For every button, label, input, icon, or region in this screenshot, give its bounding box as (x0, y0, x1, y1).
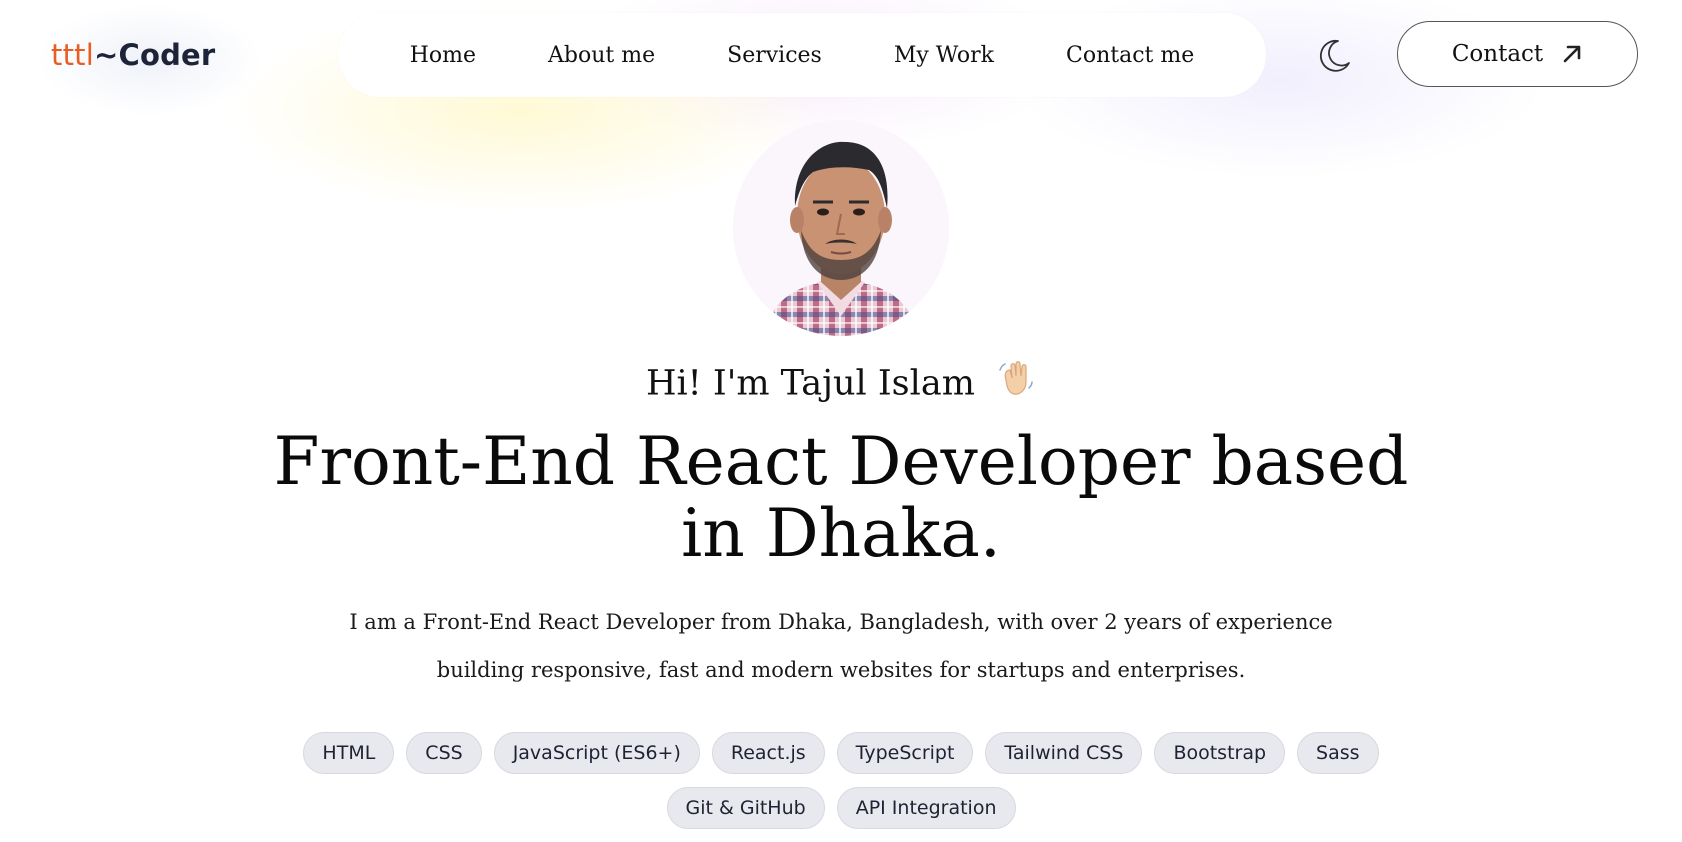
skill-chip-api: API Integration (836, 787, 1016, 829)
waving-hand-icon (996, 358, 1036, 412)
site-logo[interactable]: tttl~Coder (51, 33, 215, 77)
skill-chip-bootstrap: Bootstrap (1154, 732, 1286, 774)
nav-item-about-me[interactable]: About me (548, 43, 655, 68)
moon-icon (1319, 39, 1350, 72)
main-nav: Home About me Services My Work Contact m… (338, 13, 1266, 97)
greeting-text: Hi! I'm Tajul Islam (645, 363, 975, 404)
contact-button-label: Contact (1451, 41, 1544, 67)
theme-toggle-button[interactable] (1312, 34, 1356, 78)
skill-chip-react: React.js (711, 732, 825, 774)
contact-button[interactable]: Contact (1397, 21, 1638, 87)
nav-item-home[interactable]: Home (410, 43, 476, 68)
nav-item-my-work[interactable]: My Work (894, 43, 994, 68)
arrow-up-right-icon (1563, 45, 1581, 63)
skill-chip-tailwind: Tailwind CSS (985, 732, 1143, 774)
profile-avatar (733, 120, 949, 336)
skill-chip-typescript: TypeScript (836, 732, 974, 774)
nav-item-contact-me[interactable]: Contact me (1066, 43, 1194, 68)
profile-photo (733, 120, 949, 336)
hero-headline: Front-End React Developer based in Dhaka… (273, 423, 1409, 572)
skill-chip-javascript: JavaScript (ES6+) (493, 732, 700, 774)
skill-chip-css: CSS (406, 732, 482, 774)
logo-accent-text: tttl (51, 38, 94, 72)
logo-main-text: ~Coder (93, 38, 216, 72)
skill-chip-sass: Sass (1297, 732, 1379, 774)
hero-intro: I am a Front-End React Developer from Dh… (349, 610, 1333, 682)
nav-item-services[interactable]: Services (727, 43, 822, 68)
skill-chip-html: HTML (303, 732, 395, 774)
skills-list: HTML CSS JavaScript (ES6+) React.js Type… (280, 732, 1402, 829)
hero-greeting: Hi! I'm Tajul Islam (0, 358, 1682, 412)
skill-chip-git: Git & GitHub (666, 787, 825, 829)
